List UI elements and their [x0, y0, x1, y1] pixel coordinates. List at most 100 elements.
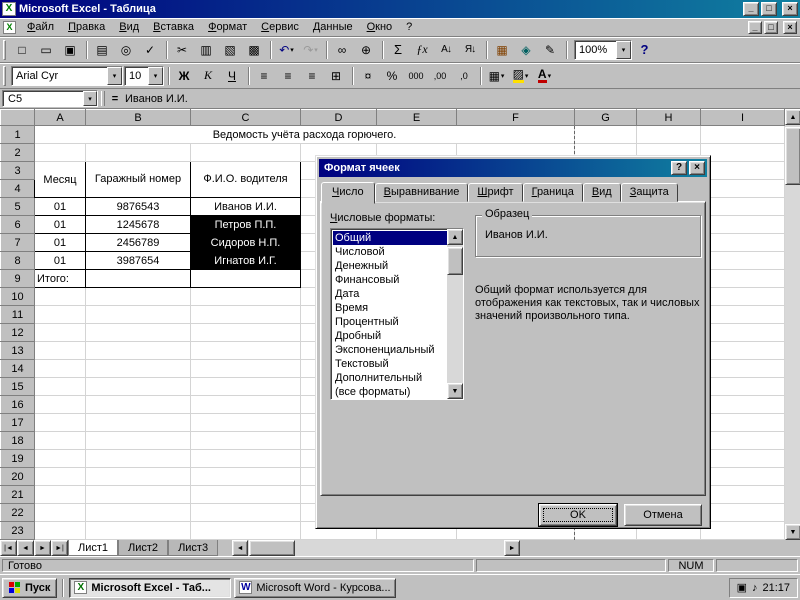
zoom-dropdown-icon[interactable]: ▾ [616, 41, 631, 59]
workbook-restore-button[interactable]: □ [764, 21, 778, 34]
cell-C13[interactable] [191, 342, 301, 360]
cell-I1[interactable] [701, 126, 785, 144]
font-size-dropdown-icon[interactable]: ▾ [148, 67, 163, 85]
cell-A6[interactable]: 01 [35, 216, 86, 234]
cell-B12[interactable] [86, 324, 191, 342]
menu-format[interactable]: Формат [201, 19, 254, 35]
cell-C22[interactable] [191, 504, 301, 522]
cancel-button[interactable]: Отмена [624, 504, 702, 526]
cell-I15[interactable] [701, 378, 785, 396]
format-list-item[interactable]: (все форматы) [333, 385, 447, 399]
new-button[interactable]: □ [11, 39, 34, 61]
row-header-21[interactable]: 21 [1, 486, 35, 504]
cell-C6[interactable]: Петров П.П. [191, 216, 301, 234]
italic-button[interactable]: К [197, 65, 220, 87]
cell-A7[interactable]: 01 [35, 234, 86, 252]
zoom-combo[interactable]: 100% ▾ [574, 40, 632, 60]
sheet-tab-list2[interactable]: Лист2 [118, 540, 168, 556]
format-list-item[interactable]: Дата [333, 287, 447, 301]
font-size-combo[interactable]: 10 ▾ [124, 66, 164, 86]
web-toolbar-button[interactable]: ⊕ [355, 39, 378, 61]
cell-B14[interactable] [86, 360, 191, 378]
cell-A23[interactable] [35, 522, 86, 540]
row-header-23[interactable]: 23 [1, 522, 35, 540]
display-icon[interactable]: ▣ [737, 581, 747, 594]
cell-I17[interactable] [701, 414, 785, 432]
row-header-18[interactable]: 18 [1, 432, 35, 450]
cell-I5[interactable] [701, 198, 785, 216]
format-list-item[interactable]: Числовой [333, 245, 447, 259]
drawing-button[interactable]: ✎ [539, 39, 562, 61]
percent-button[interactable]: % [381, 65, 404, 87]
tab-border[interactable]: Граница [523, 183, 583, 202]
print-preview-button[interactable]: ◎ [115, 39, 138, 61]
name-box[interactable]: C5 ▾ [2, 90, 98, 107]
select-all-corner[interactable] [1, 110, 35, 126]
cell-A19[interactable] [35, 450, 86, 468]
undo-button[interactable]: ↶ ▾ [275, 39, 298, 61]
cell-I14[interactable] [701, 360, 785, 378]
row-header-6[interactable]: 6 [1, 216, 35, 234]
menu-help[interactable]: ? [399, 19, 419, 35]
chart-wizard-button[interactable]: ▦ [491, 39, 514, 61]
cell-I23[interactable] [701, 522, 785, 540]
row-header-8[interactable]: 8 [1, 252, 35, 270]
cell-I9[interactable] [701, 270, 785, 288]
cell-C16[interactable] [191, 396, 301, 414]
cell-I19[interactable] [701, 450, 785, 468]
font-color-button[interactable]: А ▾ [533, 65, 556, 87]
next-sheet-button[interactable]: ► [34, 540, 51, 556]
cell-B13[interactable] [86, 342, 191, 360]
row-header-13[interactable]: 13 [1, 342, 35, 360]
listbox-scroll-track[interactable] [447, 245, 463, 383]
cell-A2[interactable] [35, 144, 86, 162]
cut-button[interactable]: ✂ [171, 39, 194, 61]
horizontal-scrollbar[interactable]: ◄ ► [232, 540, 520, 556]
cell-B17[interactable] [86, 414, 191, 432]
cell-I12[interactable] [701, 324, 785, 342]
last-sheet-button[interactable]: ►| [51, 540, 68, 556]
spelling-button[interactable]: ✓ [139, 39, 162, 61]
volume-icon[interactable]: ♪ [752, 582, 758, 594]
merge-center-button[interactable]: ⊞ [325, 65, 348, 87]
row-header-3[interactable]: 3 [1, 162, 35, 180]
previous-sheet-button[interactable]: ◄ [17, 540, 34, 556]
cell-B18[interactable] [86, 432, 191, 450]
column-header-I[interactable]: I [701, 110, 785, 126]
cell-A9[interactable]: Итого: [35, 270, 86, 288]
print-button[interactable]: ▤ [91, 39, 114, 61]
cell-I8[interactable] [701, 252, 785, 270]
row-header-10[interactable]: 10 [1, 288, 35, 306]
map-button[interactable]: ◈ [515, 39, 538, 61]
cell-B15[interactable] [86, 378, 191, 396]
format-painter-button[interactable]: ▩ [243, 39, 266, 61]
row-header-15[interactable]: 15 [1, 378, 35, 396]
cell-C19[interactable] [191, 450, 301, 468]
cell-C20[interactable] [191, 468, 301, 486]
dialog-close-button[interactable]: × [689, 161, 705, 175]
format-list-item[interactable]: Текстовый [333, 357, 447, 371]
row-header-20[interactable]: 20 [1, 468, 35, 486]
increase-decimal-button[interactable]: ,00 [429, 65, 452, 87]
copy-button[interactable]: ▥ [195, 39, 218, 61]
row-header-4[interactable]: 4 [1, 180, 35, 198]
tab-view[interactable]: Вид [583, 183, 621, 202]
menu-data[interactable]: Данные [306, 19, 360, 35]
row-header-14[interactable]: 14 [1, 360, 35, 378]
scroll-down-icon[interactable]: ▼ [447, 383, 463, 399]
paste-button[interactable]: ▧ [219, 39, 242, 61]
redo-button[interactable]: ↷ ▾ [299, 39, 322, 61]
cell-B19[interactable] [86, 450, 191, 468]
row-header-11[interactable]: 11 [1, 306, 35, 324]
row-header-19[interactable]: 19 [1, 450, 35, 468]
cell-I6[interactable] [701, 216, 785, 234]
column-header-H[interactable]: H [637, 110, 701, 126]
scroll-right-icon[interactable]: ► [504, 540, 520, 556]
cell-B3[interactable]: Гаражный номер [86, 162, 191, 198]
tab-number[interactable]: Число [321, 182, 375, 204]
cell-B6[interactable]: 1245678 [86, 216, 191, 234]
cell-A8[interactable]: 01 [35, 252, 86, 270]
cell-A17[interactable] [35, 414, 86, 432]
cell-I21[interactable] [701, 486, 785, 504]
row-header-1[interactable]: 1 [1, 126, 35, 144]
